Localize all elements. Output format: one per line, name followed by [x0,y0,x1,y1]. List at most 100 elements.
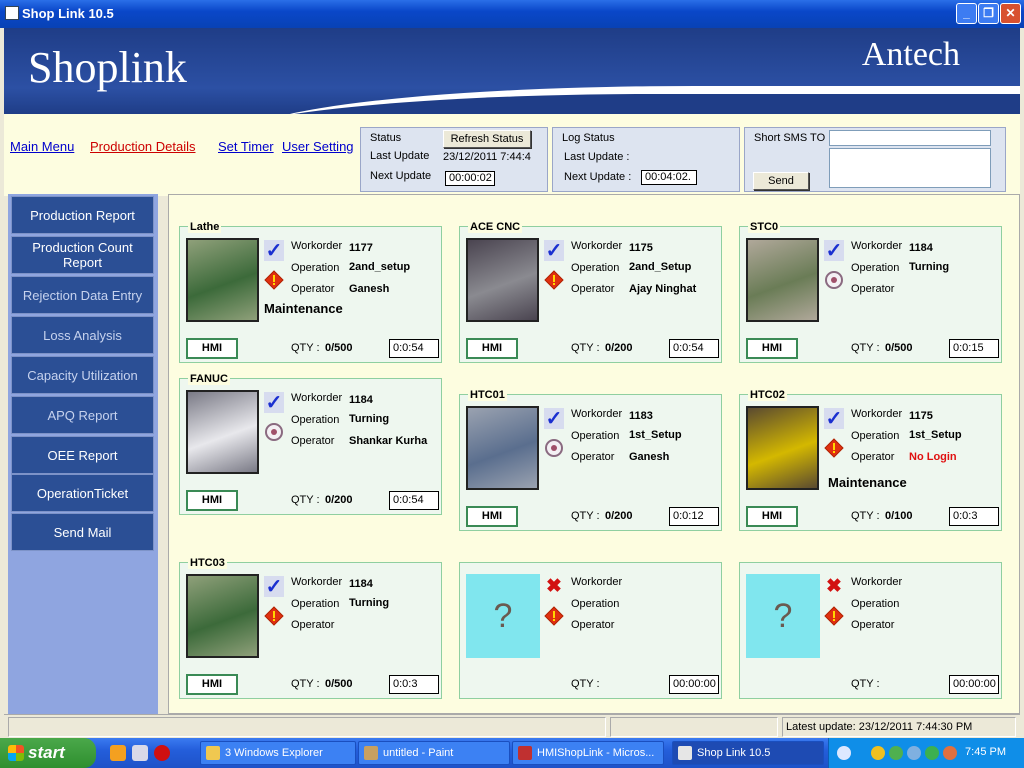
sidebar-item-production-count-report[interactable]: Production Count Report [11,236,154,274]
task-label: 3 Windows Explorer [225,747,323,759]
operation-label: Operation [851,262,900,274]
sidebar-item-loss-analysis[interactable]: Loss Analysis [11,316,154,354]
check-icon: ✓ [544,408,564,430]
start-button[interactable]: start [0,738,96,768]
operator-value: Ganesh [629,451,670,463]
task-paint[interactable]: untitled - Paint [358,741,510,765]
machine-card[interactable]: Lathe ✓ Workorder 1177 Operation 2and_setup Op… [179,221,442,363]
sidebar-item-operation-ticket[interactable]: OperationTicket [11,474,154,512]
machine-photo [466,406,539,490]
workorder-label: Workorder [291,576,343,588]
workorder-value: 1177 [349,242,373,254]
app-icon[interactable] [5,6,19,20]
operation-value: 1st_Setup [909,429,962,441]
hmi-button[interactable]: HMI [746,506,798,527]
check-icon: ✓ [824,408,844,430]
refresh-status-button[interactable]: Refresh Status [443,130,531,148]
operation-label: Operation [291,262,340,274]
timer-value: 0:0:3 [389,675,439,694]
operator-label: Operator [571,283,615,295]
maximize-button[interactable]: ❐ [978,3,999,24]
security-shield-icon[interactable] [871,746,885,760]
operation-label: Operation [571,262,620,274]
sidebar-item-rejection-data-entry[interactable]: Rejection Data Entry [11,276,154,314]
qty-label: QTY : [571,342,600,354]
hmi-button[interactable]: HMI [186,674,238,695]
minimize-button[interactable]: _ [956,3,977,24]
sidebar-item-apq-report[interactable]: APQ Report [11,396,154,434]
machine-card[interactable]: HTC01 ✓ Workorder 1183 Operation 1st_Setup Ope… [459,389,722,531]
tray-expand-icon[interactable] [837,746,851,760]
sidebar-item-production-report[interactable]: Production Report [11,196,154,234]
close-button[interactable]: ✕ [1000,3,1021,24]
timer-value: 0:0:54 [389,491,439,510]
task-shop-link[interactable]: Shop Link 10.5 [672,741,824,765]
hmi-button[interactable]: HMI [186,338,238,359]
last-update-value: 23/12/2011 7:44:4 [443,151,531,163]
paint-quicklaunch-icon[interactable] [132,745,148,761]
send-sms-button[interactable]: Send [753,172,809,190]
vb-icon [518,746,532,760]
operator-value: Ajay Ninghat [629,283,697,295]
machine-card[interactable]: FANUC ✓ Workorder 1184 Operation Turning Opera… [179,373,442,515]
machine-card[interactable]: HTC03 ✓ Workorder 1184 Operation Turning Opera… [179,557,442,699]
timer-value: 0:0:3 [949,507,999,526]
qty-label: QTY : [851,510,880,522]
warning-icon [264,269,284,290]
check-icon: ✓ [264,392,284,414]
sms-message-input[interactable] [829,148,991,188]
main-menu-link[interactable]: Main Menu [10,139,74,154]
timer-value: 0:0:54 [389,339,439,358]
machine-card[interactable]: HTC02 ✓ Workorder 1175 Operation 1st_Setup Ope… [739,389,1002,531]
warning-icon [264,605,284,626]
operation-label: Operation [291,414,340,426]
machine-card[interactable]: ? ✖ Workorder Operation Operator QTY : 00:00:0… [739,562,1002,699]
hmi-button[interactable]: HMI [466,506,518,527]
tray-app-icon[interactable] [943,746,957,760]
warning-icon [824,437,844,458]
warning-icon [544,605,564,626]
timer-value: 0:0:12 [669,507,719,526]
tray-app-icon[interactable] [925,746,939,760]
task-windows-explorer[interactable]: 3 Windows Explorer [200,741,356,765]
log-next-update-label: Next Update : [564,171,632,183]
log-status-panel: Log Status Last Update : Next Update : 0… [552,127,740,192]
opera-icon[interactable] [154,745,170,761]
sidebar-item-oee-report[interactable]: OEE Report [11,436,154,474]
machine-name: HTC01 [468,389,507,401]
hmi-button[interactable]: HMI [746,338,798,359]
machine-card[interactable]: STC0 ✓ Workorder 1184 Operation Turning Operat… [739,221,1002,363]
workorder-value: 1175 [909,410,933,422]
qty-label: QTY : [571,510,600,522]
check-icon: ✓ [824,240,844,262]
sms-to-input[interactable] [829,130,991,146]
status-segment [610,717,778,737]
tray-app-icon[interactable] [907,746,921,760]
log-status-label: Log Status [562,132,615,144]
task-label: Shop Link 10.5 [697,747,771,759]
task-hmishoplink[interactable]: HMIShopLink - Micros... [512,741,664,765]
machine-card[interactable]: ACE CNC ✓ Workorder 1175 Operation 2and_Setup… [459,221,722,363]
production-details-link[interactable]: Production Details [90,139,196,154]
sidebar-item-capacity-utilization[interactable]: Capacity Utilization [11,356,154,394]
workorder-label: Workorder [291,240,343,252]
brand-logo: Shoplink [28,43,187,92]
machine-name: FANUC [188,373,230,385]
sidebar-item-send-mail[interactable]: Send Mail [11,513,154,551]
set-timer-link[interactable]: Set Timer [218,139,274,154]
qty-label: QTY : [291,342,320,354]
operation-value: Turning [909,261,950,273]
hmi-button[interactable]: HMI [186,490,238,511]
operator-label: Operator [851,619,895,631]
warning-icon [824,605,844,626]
hmi-button[interactable]: HMI [466,338,518,359]
timer-value: 0:0:54 [669,339,719,358]
operator-label: Operator [851,283,895,295]
firefox-icon[interactable] [110,745,126,761]
network-icon[interactable] [889,746,903,760]
workorder-value: 1184 [349,394,373,406]
user-setting-link[interactable]: User Setting [282,139,354,154]
operation-label: Operation [571,430,620,442]
machine-card[interactable]: ? ✖ Workorder Operation Operator QTY : 00:00:0… [459,562,722,699]
qty-label: QTY : [851,678,880,690]
